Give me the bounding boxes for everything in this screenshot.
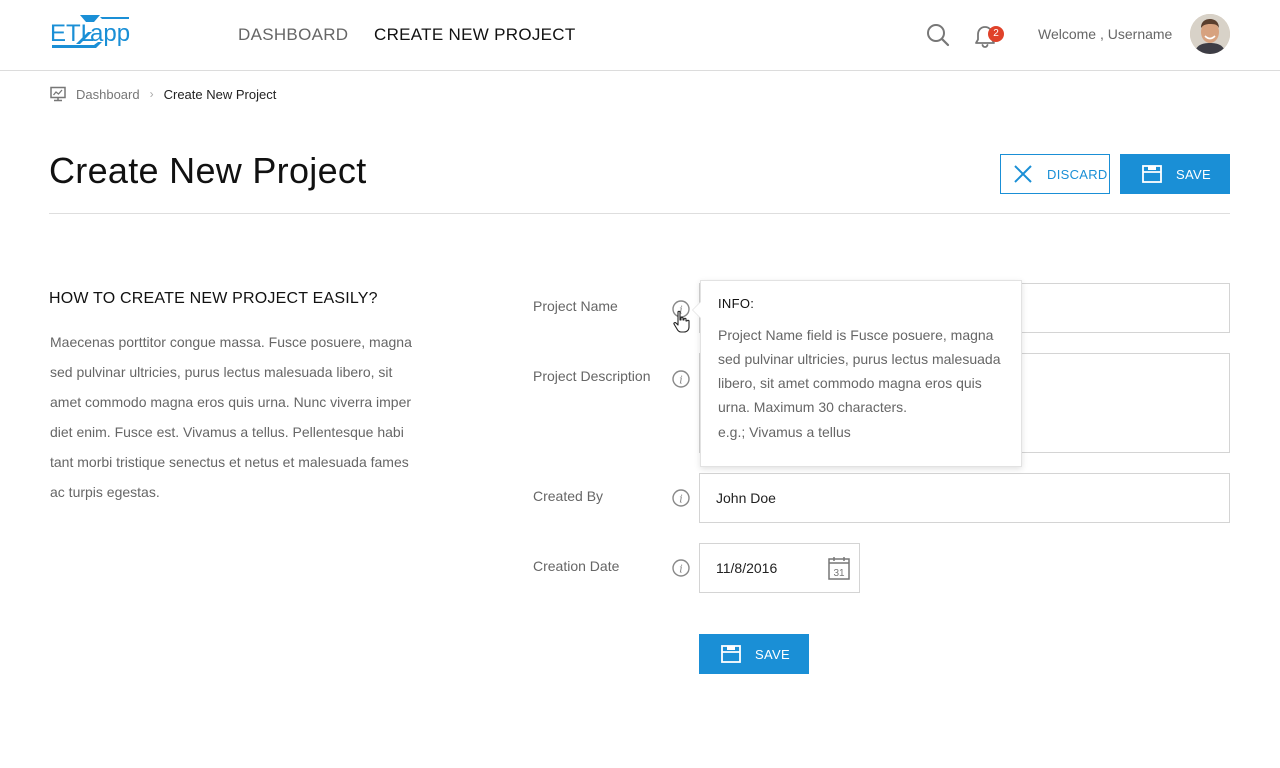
dashboard-icon <box>50 86 66 102</box>
created-by-input[interactable] <box>699 473 1230 523</box>
app-logo[interactable]: ETL app <box>50 14 130 54</box>
breadcrumb-dashboard[interactable]: Dashboard <box>76 87 140 102</box>
welcome-text: Welcome , Username <box>1038 26 1173 42</box>
search-button[interactable] <box>925 22 951 48</box>
save-icon <box>721 645 741 663</box>
project-description-info-icon[interactable]: i <box>672 370 690 388</box>
help-text: Maecenas porttitor congue massa. Fusce p… <box>50 334 412 500</box>
tooltip-title: INFO: <box>718 296 755 311</box>
breadcrumb-chevron-icon: › <box>149 87 154 101</box>
created-by-info-icon[interactable]: i <box>672 489 690 507</box>
project-description-label: Project Description <box>533 368 651 384</box>
help-title: HOW TO CREATE NEW PROJECT EASILY? <box>49 290 378 307</box>
discard-button-label: DISCARD <box>1047 166 1108 182</box>
svg-text:i: i <box>679 374 683 387</box>
svg-text:i: i <box>679 493 683 506</box>
save-button-top[interactable]: SAVE <box>1120 154 1230 194</box>
notification-badge: 2 <box>988 26 1004 42</box>
creation-date-info-icon[interactable]: i <box>672 559 690 577</box>
calendar-icon[interactable]: 31 <box>828 556 850 580</box>
search-icon <box>927 24 950 47</box>
breadcrumb: Dashboard › Create New Project <box>50 85 276 103</box>
creation-date-input[interactable] <box>700 544 820 592</box>
creation-date-field: 31 <box>699 543 860 593</box>
creation-date-label: Creation Date <box>533 558 620 574</box>
breadcrumb-current: Create New Project <box>163 86 277 102</box>
created-by-label: Created By <box>533 488 604 504</box>
title-divider <box>49 213 1230 214</box>
svg-text:app: app <box>90 20 130 47</box>
svg-text:i: i <box>679 563 683 576</box>
project-name-label: Project Name <box>533 298 618 314</box>
top-header: ETL app DASHBOARD CREATE NEW PROJECT 2 W… <box>0 0 1280 71</box>
avatar-icon <box>1190 14 1230 54</box>
svg-text:i: i <box>679 304 683 317</box>
tooltip-body: Project Name field is Fusce posuere, mag… <box>718 327 1001 415</box>
info-tooltip: INFO: Project Name field is Fusce posuer… <box>692 280 1022 467</box>
save-button-bottom-label: SAVE <box>755 646 790 662</box>
logo-icon: ETL app <box>50 15 130 48</box>
save-icon <box>1142 165 1162 183</box>
nav-create-new-project[interactable]: CREATE NEW PROJECT <box>374 25 576 45</box>
close-icon <box>1013 164 1033 184</box>
save-button-bottom[interactable]: SAVE <box>699 634 809 674</box>
calendar-day: 31 <box>833 568 845 579</box>
page-title: Create New Project <box>49 150 367 191</box>
discard-button[interactable]: DISCARD <box>1000 154 1110 194</box>
user-avatar[interactable] <box>1190 14 1230 54</box>
save-button-top-label: SAVE <box>1176 166 1211 182</box>
nav-dashboard[interactable]: DASHBOARD <box>238 25 348 45</box>
tooltip-example: e.g.; Vivamus a tellus <box>718 424 851 440</box>
project-name-info-icon[interactable]: i <box>672 300 690 318</box>
notifications-button[interactable]: 2 <box>974 22 1006 48</box>
